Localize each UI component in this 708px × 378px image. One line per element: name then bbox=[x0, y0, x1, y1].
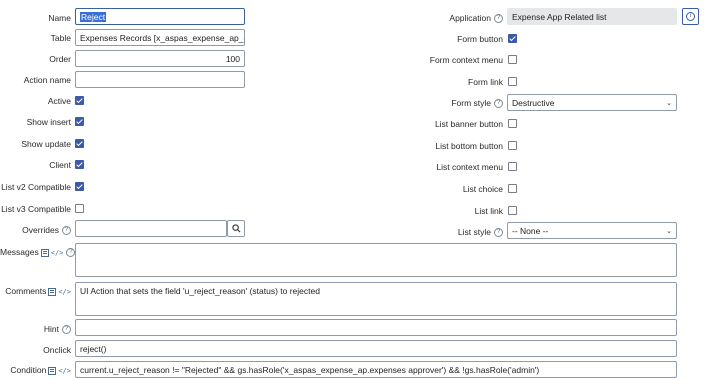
onclick-input[interactable]: reject() bbox=[75, 340, 677, 357]
form-style-label: Form style bbox=[451, 98, 491, 108]
list-banner-button-label: List banner button bbox=[434, 119, 503, 129]
messages-label: Messages bbox=[0, 247, 39, 257]
list-v2-label: List v2 Compatible bbox=[1, 182, 71, 192]
active-label: Active bbox=[47, 96, 71, 106]
show-update-label: Show update bbox=[21, 139, 71, 149]
list-bottom-button-checkbox[interactable] bbox=[508, 141, 517, 150]
form-link-checkbox[interactable] bbox=[508, 77, 517, 86]
hint-label-wrap: Hint? bbox=[0, 324, 71, 335]
list-banner-button-checkbox[interactable] bbox=[508, 119, 517, 128]
list-link-checkbox[interactable] bbox=[508, 206, 517, 215]
list-style-value: -- None -- bbox=[512, 225, 549, 236]
table-value: Expenses Records [x_aspas_expense_ap_ex.… bbox=[80, 32, 245, 43]
form-style-select[interactable]: Destructive ⌄ bbox=[507, 94, 677, 111]
comments-textarea[interactable]: UI Action that sets the field 'u_reject_… bbox=[75, 282, 677, 316]
show-insert-checkbox[interactable] bbox=[75, 117, 84, 126]
form-context-menu-checkbox[interactable] bbox=[508, 55, 517, 64]
hint-label: Hint bbox=[43, 324, 59, 334]
show-update-checkbox[interactable] bbox=[75, 139, 84, 148]
application-field: Expense App Related list bbox=[507, 8, 677, 25]
form-context-menu-label: Form context menu bbox=[429, 55, 503, 65]
client-label: Client bbox=[49, 160, 71, 170]
action-name-label: Action name bbox=[23, 75, 71, 85]
form-button-checkbox[interactable] bbox=[508, 34, 517, 43]
onclick-label: Onclick bbox=[43, 345, 71, 355]
name-value: Reject bbox=[80, 11, 107, 22]
client-checkbox[interactable] bbox=[75, 160, 84, 169]
action-name-input[interactable] bbox=[75, 71, 245, 88]
comments-label-wrap: Comments </> bbox=[0, 286, 71, 296]
script-icon[interactable] bbox=[48, 366, 57, 375]
help-icon[interactable]: ? bbox=[494, 14, 503, 24]
application-info-button[interactable]: i bbox=[682, 8, 699, 25]
list-v3-checkbox[interactable] bbox=[75, 204, 84, 213]
list-bottom-button-label: List bottom button bbox=[435, 141, 503, 151]
list-context-menu-checkbox[interactable] bbox=[508, 162, 517, 171]
list-style-select[interactable]: -- None -- ⌄ bbox=[507, 222, 677, 239]
list-choice-label: List choice bbox=[462, 184, 503, 194]
order-label: Order bbox=[49, 54, 71, 64]
hint-input[interactable] bbox=[75, 319, 677, 336]
list-v2-checkbox[interactable] bbox=[75, 182, 84, 191]
code-icon[interactable]: </> bbox=[58, 288, 71, 296]
order-value: 100 bbox=[225, 53, 240, 64]
code-icon[interactable]: </> bbox=[58, 367, 71, 375]
application-label: Application bbox=[449, 13, 491, 23]
list-style-label-wrap: List style? bbox=[380, 227, 503, 238]
list-choice-checkbox[interactable] bbox=[508, 184, 517, 193]
table-label: Table bbox=[50, 33, 71, 43]
search-icon bbox=[231, 224, 240, 233]
condition-label-wrap: Condition </> bbox=[0, 365, 71, 375]
overrides-label: Overrides bbox=[22, 225, 59, 235]
messages-label-wrap: Messages </>? bbox=[0, 247, 76, 258]
chevron-down-icon: ⌄ bbox=[666, 99, 672, 107]
list-context-menu-label: List context menu bbox=[436, 162, 503, 172]
chevron-down-icon: ⌄ bbox=[666, 227, 672, 235]
help-icon[interactable]: ? bbox=[62, 226, 71, 236]
name-label: Name bbox=[48, 13, 71, 23]
info-icon: i bbox=[686, 12, 695, 21]
application-label-wrap: Application? bbox=[380, 13, 503, 24]
form-link-label: Form link bbox=[468, 77, 503, 87]
active-checkbox[interactable] bbox=[75, 96, 84, 105]
messages-textarea[interactable] bbox=[75, 243, 677, 277]
condition-label: Condition bbox=[10, 365, 47, 375]
name-input[interactable]: Reject bbox=[75, 8, 245, 25]
table-select[interactable]: Expenses Records [x_aspas_expense_ap_ex.… bbox=[75, 29, 245, 46]
form-button-label: Form button bbox=[457, 34, 503, 44]
show-insert-label: Show insert bbox=[26, 117, 71, 127]
overrides-input[interactable] bbox=[75, 220, 227, 237]
help-icon[interactable]: ? bbox=[62, 325, 71, 335]
comments-value: UI Action that sets the field 'u_reject_… bbox=[80, 286, 320, 296]
overrides-lookup-button[interactable] bbox=[227, 220, 245, 237]
form-style-label-wrap: Form style? bbox=[380, 98, 503, 109]
script-icon[interactable] bbox=[48, 287, 57, 296]
list-link-label: List link bbox=[474, 206, 503, 216]
overrides-label-wrap: Overrides? bbox=[0, 225, 71, 236]
condition-input[interactable]: current.u_reject_reason != "Rejected" &&… bbox=[75, 361, 677, 378]
form-style-value: Destructive bbox=[512, 97, 555, 108]
order-input[interactable]: 100 bbox=[75, 50, 245, 67]
application-value: Expense App Related list bbox=[512, 11, 607, 22]
list-v3-label: List v3 Compatible bbox=[1, 204, 71, 214]
script-icon[interactable] bbox=[40, 248, 49, 257]
help-icon[interactable]: ? bbox=[494, 228, 503, 238]
condition-value: current.u_reject_reason != "Rejected" &&… bbox=[80, 364, 540, 375]
code-icon[interactable]: </> bbox=[51, 249, 64, 257]
onclick-value: reject() bbox=[80, 343, 107, 354]
list-style-label: List style bbox=[457, 227, 491, 237]
help-icon[interactable]: ? bbox=[494, 99, 503, 109]
comments-label: Comments bbox=[5, 286, 47, 296]
